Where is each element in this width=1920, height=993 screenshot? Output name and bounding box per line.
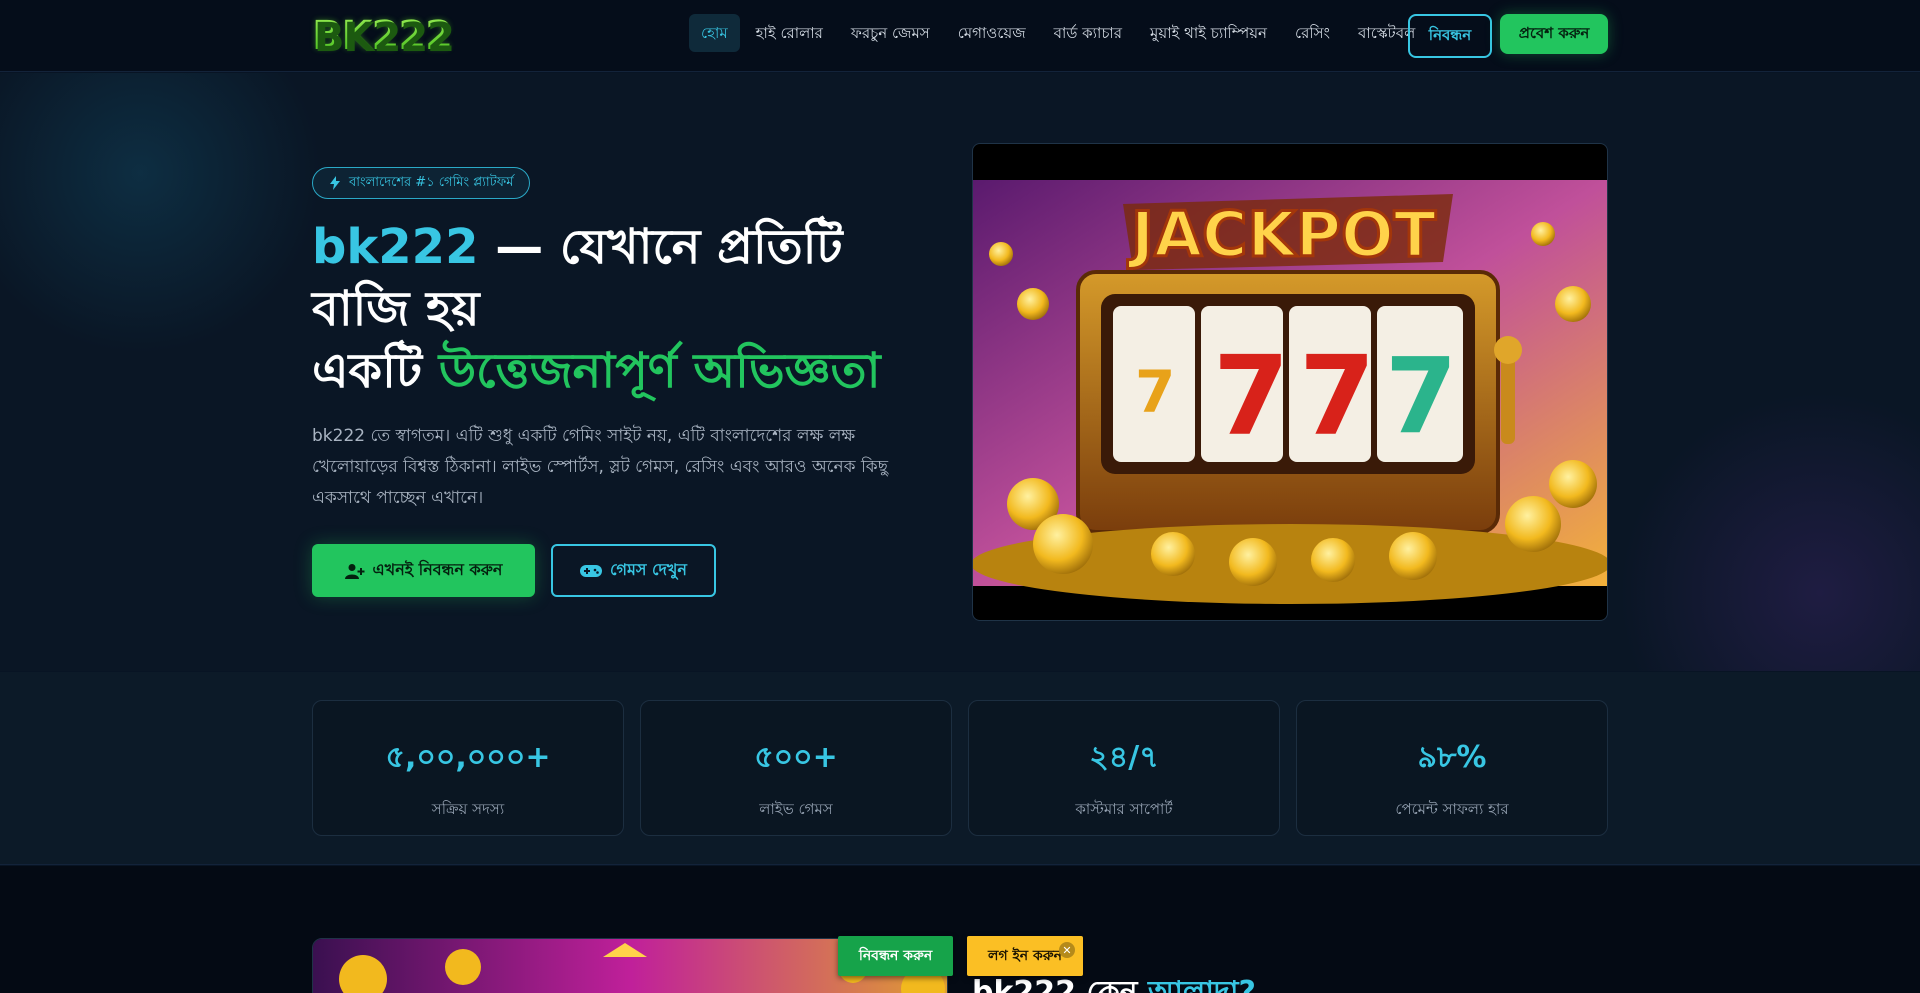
nav-item-home[interactable]: হোম bbox=[689, 14, 740, 52]
jackpot-illustration: 7 7 7 7 JACKPOT bbox=[973, 180, 1607, 604]
stat-value: ২৪/৭ bbox=[1089, 740, 1159, 775]
stat-label: লাইভ গেমস bbox=[759, 800, 833, 818]
nav-item-bird-catcher[interactable]: বার্ড ক্যাচার bbox=[1042, 14, 1134, 52]
stat-card-payment: ৯৮% পেমেন্ট সাফল্য হার bbox=[1296, 700, 1608, 836]
stat-value: ৫০০+ bbox=[754, 740, 838, 775]
svg-text:7: 7 bbox=[1299, 332, 1376, 460]
why-title-part1: bk222 কেন bbox=[972, 975, 1149, 993]
jackpot-sign-text: JACKPOT bbox=[1127, 198, 1436, 271]
badge-text: বাংলাদেশের #১ গেমিং প্ল্যাটফর্ম bbox=[349, 174, 514, 190]
header-login-button[interactable]: প্রবেশ করুন bbox=[1500, 14, 1608, 54]
stat-card-live-games: ৫০০+ লাইভ গেমস bbox=[640, 700, 952, 836]
stat-card-support: ২৪/৭ কাস্টমার সাপোর্ট bbox=[968, 700, 1280, 836]
floating-register-button[interactable]: নিবন্ধন করুন bbox=[838, 936, 953, 976]
jackpot-slot-image: 7 7 7 7 JACKPOT bbox=[972, 143, 1608, 621]
hero-register-label: এখনই নিবন্ধন করুন bbox=[372, 560, 503, 579]
svg-text:7: 7 bbox=[1213, 332, 1290, 460]
lightning-icon bbox=[330, 176, 340, 190]
svg-text:7: 7 bbox=[1385, 335, 1457, 457]
view-games-label: গেমস দেখুন bbox=[610, 560, 687, 579]
stat-value: ৫,০০,০০০+ bbox=[385, 740, 551, 775]
stat-value: ৯৮% bbox=[1417, 740, 1487, 775]
stat-card-members: ৫,০০,০০০+ সক্রিয় সদস্য bbox=[312, 700, 624, 836]
nav-item-racing[interactable]: রেসিং bbox=[1283, 14, 1342, 52]
view-games-button[interactable]: গেমস দেখুন bbox=[551, 544, 716, 597]
user-plus-icon bbox=[344, 563, 365, 579]
platform-badge: বাংলাদেশের #১ গেমিং প্ল্যাটফর্ম bbox=[312, 167, 531, 199]
nav-item-muay-thai[interactable]: মুয়াই থাই চ্যাম্পিয়ন bbox=[1138, 14, 1279, 52]
site-header: BK222 হোম হাই রোলার ফরচুন জেমস মেগাওয়েজ… bbox=[0, 0, 1920, 72]
hero-title-part2: একটি bbox=[312, 343, 439, 399]
nav-item-high-roller[interactable]: হাই রোলার bbox=[744, 14, 835, 52]
hero-title-brand: bk222 bbox=[312, 219, 479, 275]
main-nav: হোম হাই রোলার ফরচুন জেমস মেগাওয়েজ বার্ড… bbox=[689, 14, 1427, 52]
header-register-button[interactable]: নিবন্ধন bbox=[1408, 14, 1492, 58]
hero-register-button[interactable]: এখনই নিবন্ধন করুন bbox=[312, 544, 535, 597]
nav-item-megaways[interactable]: মেগাওয়েজ bbox=[946, 14, 1038, 52]
hero-section: বাংলাদেশের #১ গেমিং প্ল্যাটফর্ম bk222 — … bbox=[0, 73, 1920, 671]
hero-title: bk222 — যেখানে প্রতিটি বাজি হয় একটি উত্… bbox=[312, 216, 932, 402]
why-section: bk222 কেন আলাদা? bbox=[0, 866, 1920, 993]
site-logo[interactable]: BK222 bbox=[312, 14, 453, 58]
nav-item-fortune-gems[interactable]: ফরচুন জেমস bbox=[839, 14, 942, 52]
stats-section: ৫,০০,০০০+ সক্রিয় সদস্য ৫০০+ লাইভ গেমস ২… bbox=[0, 672, 1920, 865]
hero-title-highlight: উত্তেজনাপূর্ণ অভিজ্ঞতা bbox=[438, 343, 881, 399]
stat-label: কাস্টমার সাপোর্ট bbox=[1075, 800, 1173, 818]
close-icon[interactable]: ✕ bbox=[1059, 942, 1075, 958]
gamepad-icon bbox=[580, 564, 603, 577]
svg-text:7: 7 bbox=[1135, 358, 1175, 426]
why-title-highlight: আলাদা? bbox=[1148, 975, 1256, 993]
hero-description: bk222 তে স্বাগতম। এটি শুধু একটি গেমিং সা… bbox=[312, 426, 889, 508]
stat-label: সক্রিয় সদস্য bbox=[431, 800, 505, 818]
stat-label: পেমেন্ট সাফল্য হার bbox=[1395, 800, 1509, 818]
